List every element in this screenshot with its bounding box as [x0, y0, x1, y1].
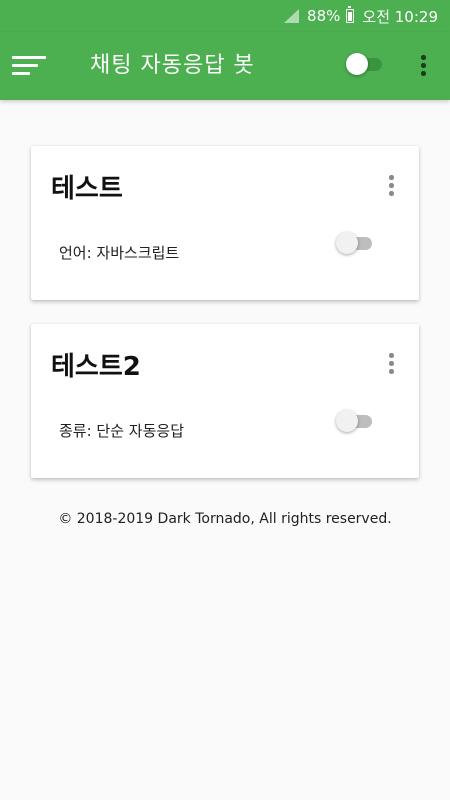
toggle-thumb: [346, 53, 368, 75]
bot-toggle[interactable]: [336, 232, 376, 254]
bot-name: 테스트2: [51, 352, 141, 382]
app-bar: 채팅 자동응답 봇: [0, 32, 450, 100]
clock: 오전 10:29: [362, 7, 438, 26]
signal-icon: [284, 9, 300, 23]
bot-card[interactable]: 테스트2 종류: 단순 자동응답: [31, 324, 419, 478]
copyright-footer: © 2018-2019 Dark Tornado, All rights res…: [58, 511, 392, 527]
toggle-thumb: [336, 232, 358, 254]
status-bar: 88% 오전 10:29: [0, 0, 450, 32]
bot-name: 테스트: [51, 174, 123, 204]
app-title: 채팅 자동응답 봇: [90, 53, 255, 78]
battery-percent: 88%: [307, 7, 341, 25]
more-vertical-icon[interactable]: [413, 53, 433, 79]
bot-card[interactable]: 테스트 언어: 자바스크립트: [31, 146, 419, 300]
toggle-thumb: [336, 410, 358, 432]
battery-icon: [346, 6, 355, 23]
bot-detail: 언어: 자바스크립트: [59, 244, 180, 262]
global-bot-toggle[interactable]: [346, 53, 386, 75]
card-more-vertical-icon[interactable]: [381, 173, 401, 199]
bot-toggle[interactable]: [336, 410, 376, 432]
sort-menu-icon[interactable]: [12, 52, 48, 80]
bot-detail: 종류: 단순 자동응답: [59, 422, 184, 440]
card-more-vertical-icon[interactable]: [381, 351, 401, 377]
